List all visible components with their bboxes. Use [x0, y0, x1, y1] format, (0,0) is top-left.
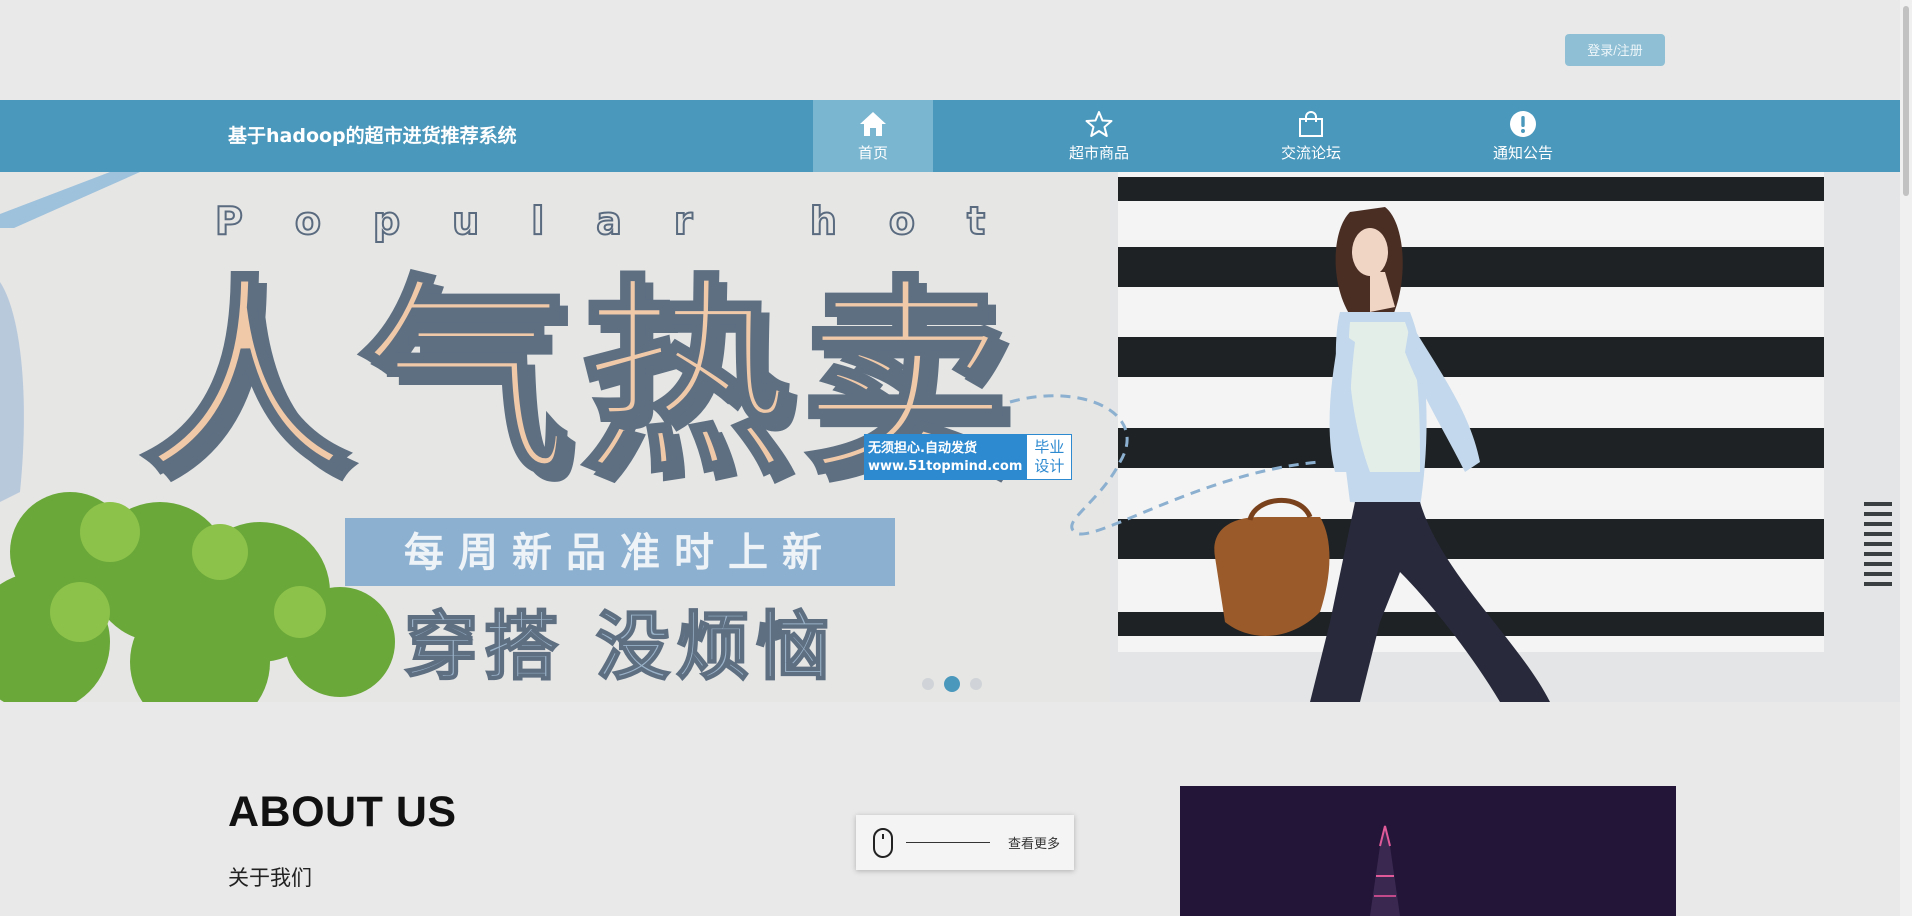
view-more-button[interactable]: 查看更多	[856, 815, 1074, 870]
watermark-badge: 无须担心.自动发货 www.51topmind.com 毕业 设计	[864, 434, 1073, 480]
banner-eyebrow: Popular hot	[215, 199, 1037, 243]
nav-item-label: 交流论坛	[1280, 144, 1341, 162]
banner-slogan: 穿搭 没烦恼	[404, 604, 836, 690]
nav-item-notices[interactable]: 通知公告	[1463, 100, 1583, 172]
main-navbar: 基于hadoop的超市进货推荐系统 首页 超市商品 交流论坛 通知公告	[0, 100, 1900, 172]
banner-tagline: 每周新品准时上新	[404, 530, 836, 576]
divider-line	[906, 842, 990, 843]
slider-dot[interactable]	[970, 678, 982, 690]
home-icon	[813, 110, 933, 138]
watermark-line2: www.51topmind.com	[868, 459, 1023, 474]
about-title: ABOUT US	[228, 788, 457, 836]
scrollbar-thumb[interactable]	[1903, 6, 1909, 196]
about-image	[1180, 786, 1676, 916]
nav-item-label: 首页	[857, 144, 888, 162]
star-icon	[1039, 110, 1159, 138]
mouse-icon	[872, 827, 894, 863]
nav-item-forum[interactable]: 交流论坛	[1251, 100, 1371, 172]
nav-item-home[interactable]: 首页	[813, 100, 933, 172]
view-more-label: 查看更多	[1008, 837, 1061, 852]
nav-item-label: 通知公告	[1492, 144, 1553, 162]
nav-item-label: 超市商品	[1068, 144, 1129, 162]
page-scrollbar[interactable]	[1900, 0, 1912, 916]
watermark-right-line1: 毕业	[1034, 438, 1065, 456]
watermark-right-line2: 设计	[1034, 457, 1065, 475]
site-title: 基于hadoop的超市进货推荐系统	[228, 125, 517, 147]
top-bar: 登录/注册	[0, 0, 1900, 100]
nav-item-products[interactable]: 超市商品	[1039, 100, 1159, 172]
about-subtitle: 关于我们	[228, 866, 312, 890]
slider-dot[interactable]	[922, 678, 934, 690]
slider-dot-active[interactable]	[944, 676, 960, 692]
watermark-line1: 无须担心.自动发货	[868, 441, 977, 456]
login-register-button[interactable]: 登录/注册	[1565, 34, 1665, 66]
shopping-bag-icon	[1251, 110, 1371, 138]
alert-icon	[1463, 110, 1583, 138]
